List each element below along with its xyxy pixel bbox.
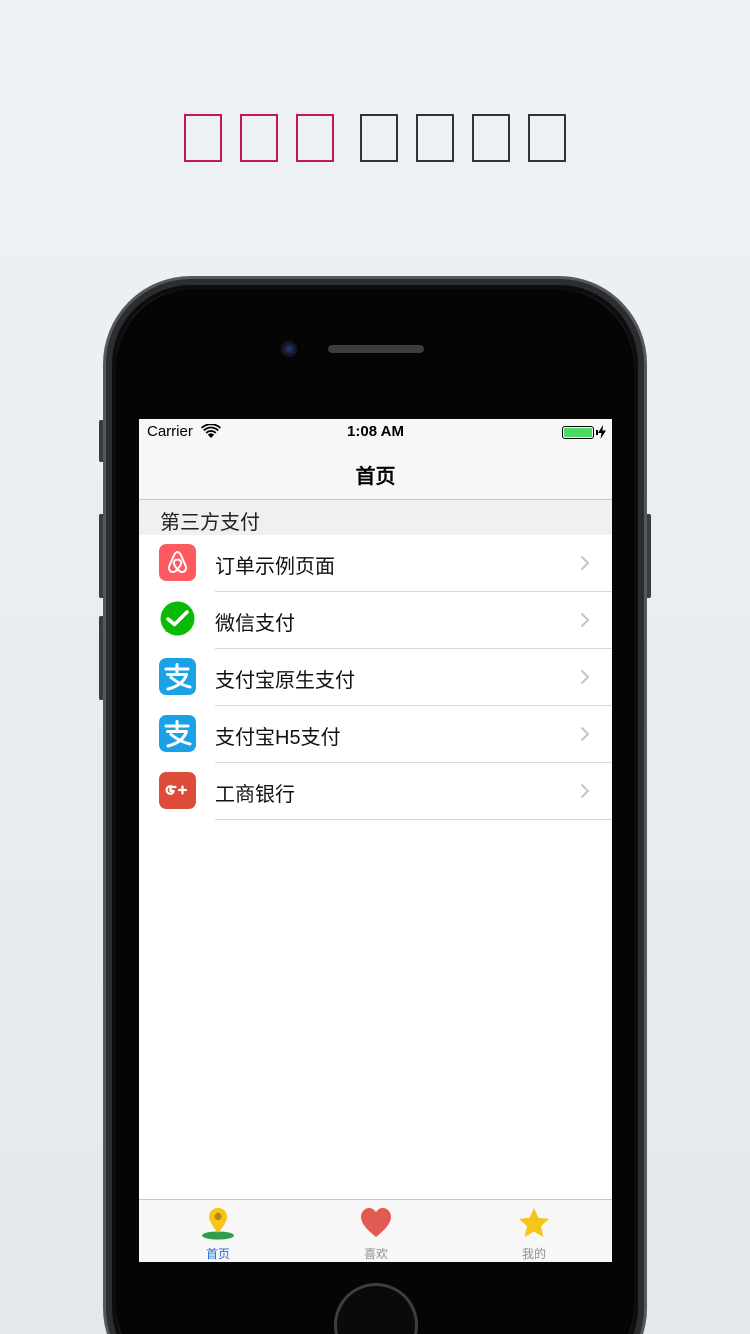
tab-bar: 首页 喜欢 我的 — [139, 1199, 612, 1262]
tab-profile[interactable]: 我的 — [455, 1200, 612, 1262]
tab-home[interactable]: 首页 — [139, 1200, 297, 1262]
status-bar: Carrier 1:08 AM — [139, 419, 612, 445]
phone-screen: Carrier 1:08 AM 首页 第三方支付 订单示例页面 微信支付 支付宝… — [139, 419, 612, 1262]
alipay-icon — [159, 658, 196, 695]
chevron-right-icon — [580, 612, 590, 628]
title-glyph-box — [360, 114, 398, 162]
title-glyph-box — [528, 114, 566, 162]
list-item-wechat-pay[interactable]: 微信支付 — [139, 592, 612, 649]
title-glyph-box — [472, 114, 510, 162]
section-header: 第三方支付 — [139, 500, 612, 535]
heart-icon — [361, 1208, 391, 1237]
google-plus-icon — [159, 772, 196, 809]
chevron-right-icon — [580, 555, 590, 571]
list-item-label: 工商银行 — [215, 784, 295, 806]
chevron-right-icon — [580, 783, 590, 799]
charging-bolt-icon — [598, 425, 606, 439]
tab-label: 喜欢 — [363, 1247, 388, 1261]
tab-label: 我的 — [521, 1247, 546, 1261]
promo-title — [184, 114, 584, 162]
title-glyph-box — [240, 114, 278, 162]
list-item-order-demo[interactable]: 订单示例页面 — [139, 535, 612, 592]
front-camera — [281, 341, 297, 357]
earpiece-speaker — [328, 345, 424, 353]
alipay-icon — [159, 715, 196, 752]
chevron-right-icon — [580, 726, 590, 742]
wechat-icon — [160, 601, 195, 636]
battery-icon — [562, 426, 594, 439]
section-title: 第三方支付 — [160, 512, 260, 534]
star-icon — [519, 1208, 549, 1237]
title-glyph-box — [416, 114, 454, 162]
airbnb-icon — [159, 544, 196, 581]
navigation-bar: 首页 — [139, 445, 612, 500]
tab-label: 首页 — [205, 1247, 230, 1261]
clock: 1:08 AM — [347, 423, 404, 440]
page-title: 首页 — [355, 466, 396, 488]
battery-level — [564, 428, 592, 437]
row-divider — [215, 819, 612, 820]
list-item-icbc[interactable]: 工商银行 — [139, 763, 612, 820]
list-item-label: 支付宝H5支付 — [215, 727, 341, 749]
location-pin-icon — [202, 1208, 234, 1240]
list-item-alipay-h5[interactable]: 支付宝H5支付 — [139, 706, 612, 763]
title-glyph-box — [296, 114, 334, 162]
title-glyph-box — [184, 114, 222, 162]
payment-list: 订单示例页面 微信支付 支付宝原生支付 支付宝H5支付 工商银行 — [139, 535, 612, 820]
list-item-label: 微信支付 — [215, 613, 295, 635]
list-item-label: 支付宝原生支付 — [215, 670, 355, 692]
list-item-alipay-native[interactable]: 支付宝原生支付 — [139, 649, 612, 706]
chevron-right-icon — [580, 669, 590, 685]
list-item-label: 订单示例页面 — [215, 556, 335, 578]
tab-favorites[interactable]: 喜欢 — [297, 1200, 455, 1262]
